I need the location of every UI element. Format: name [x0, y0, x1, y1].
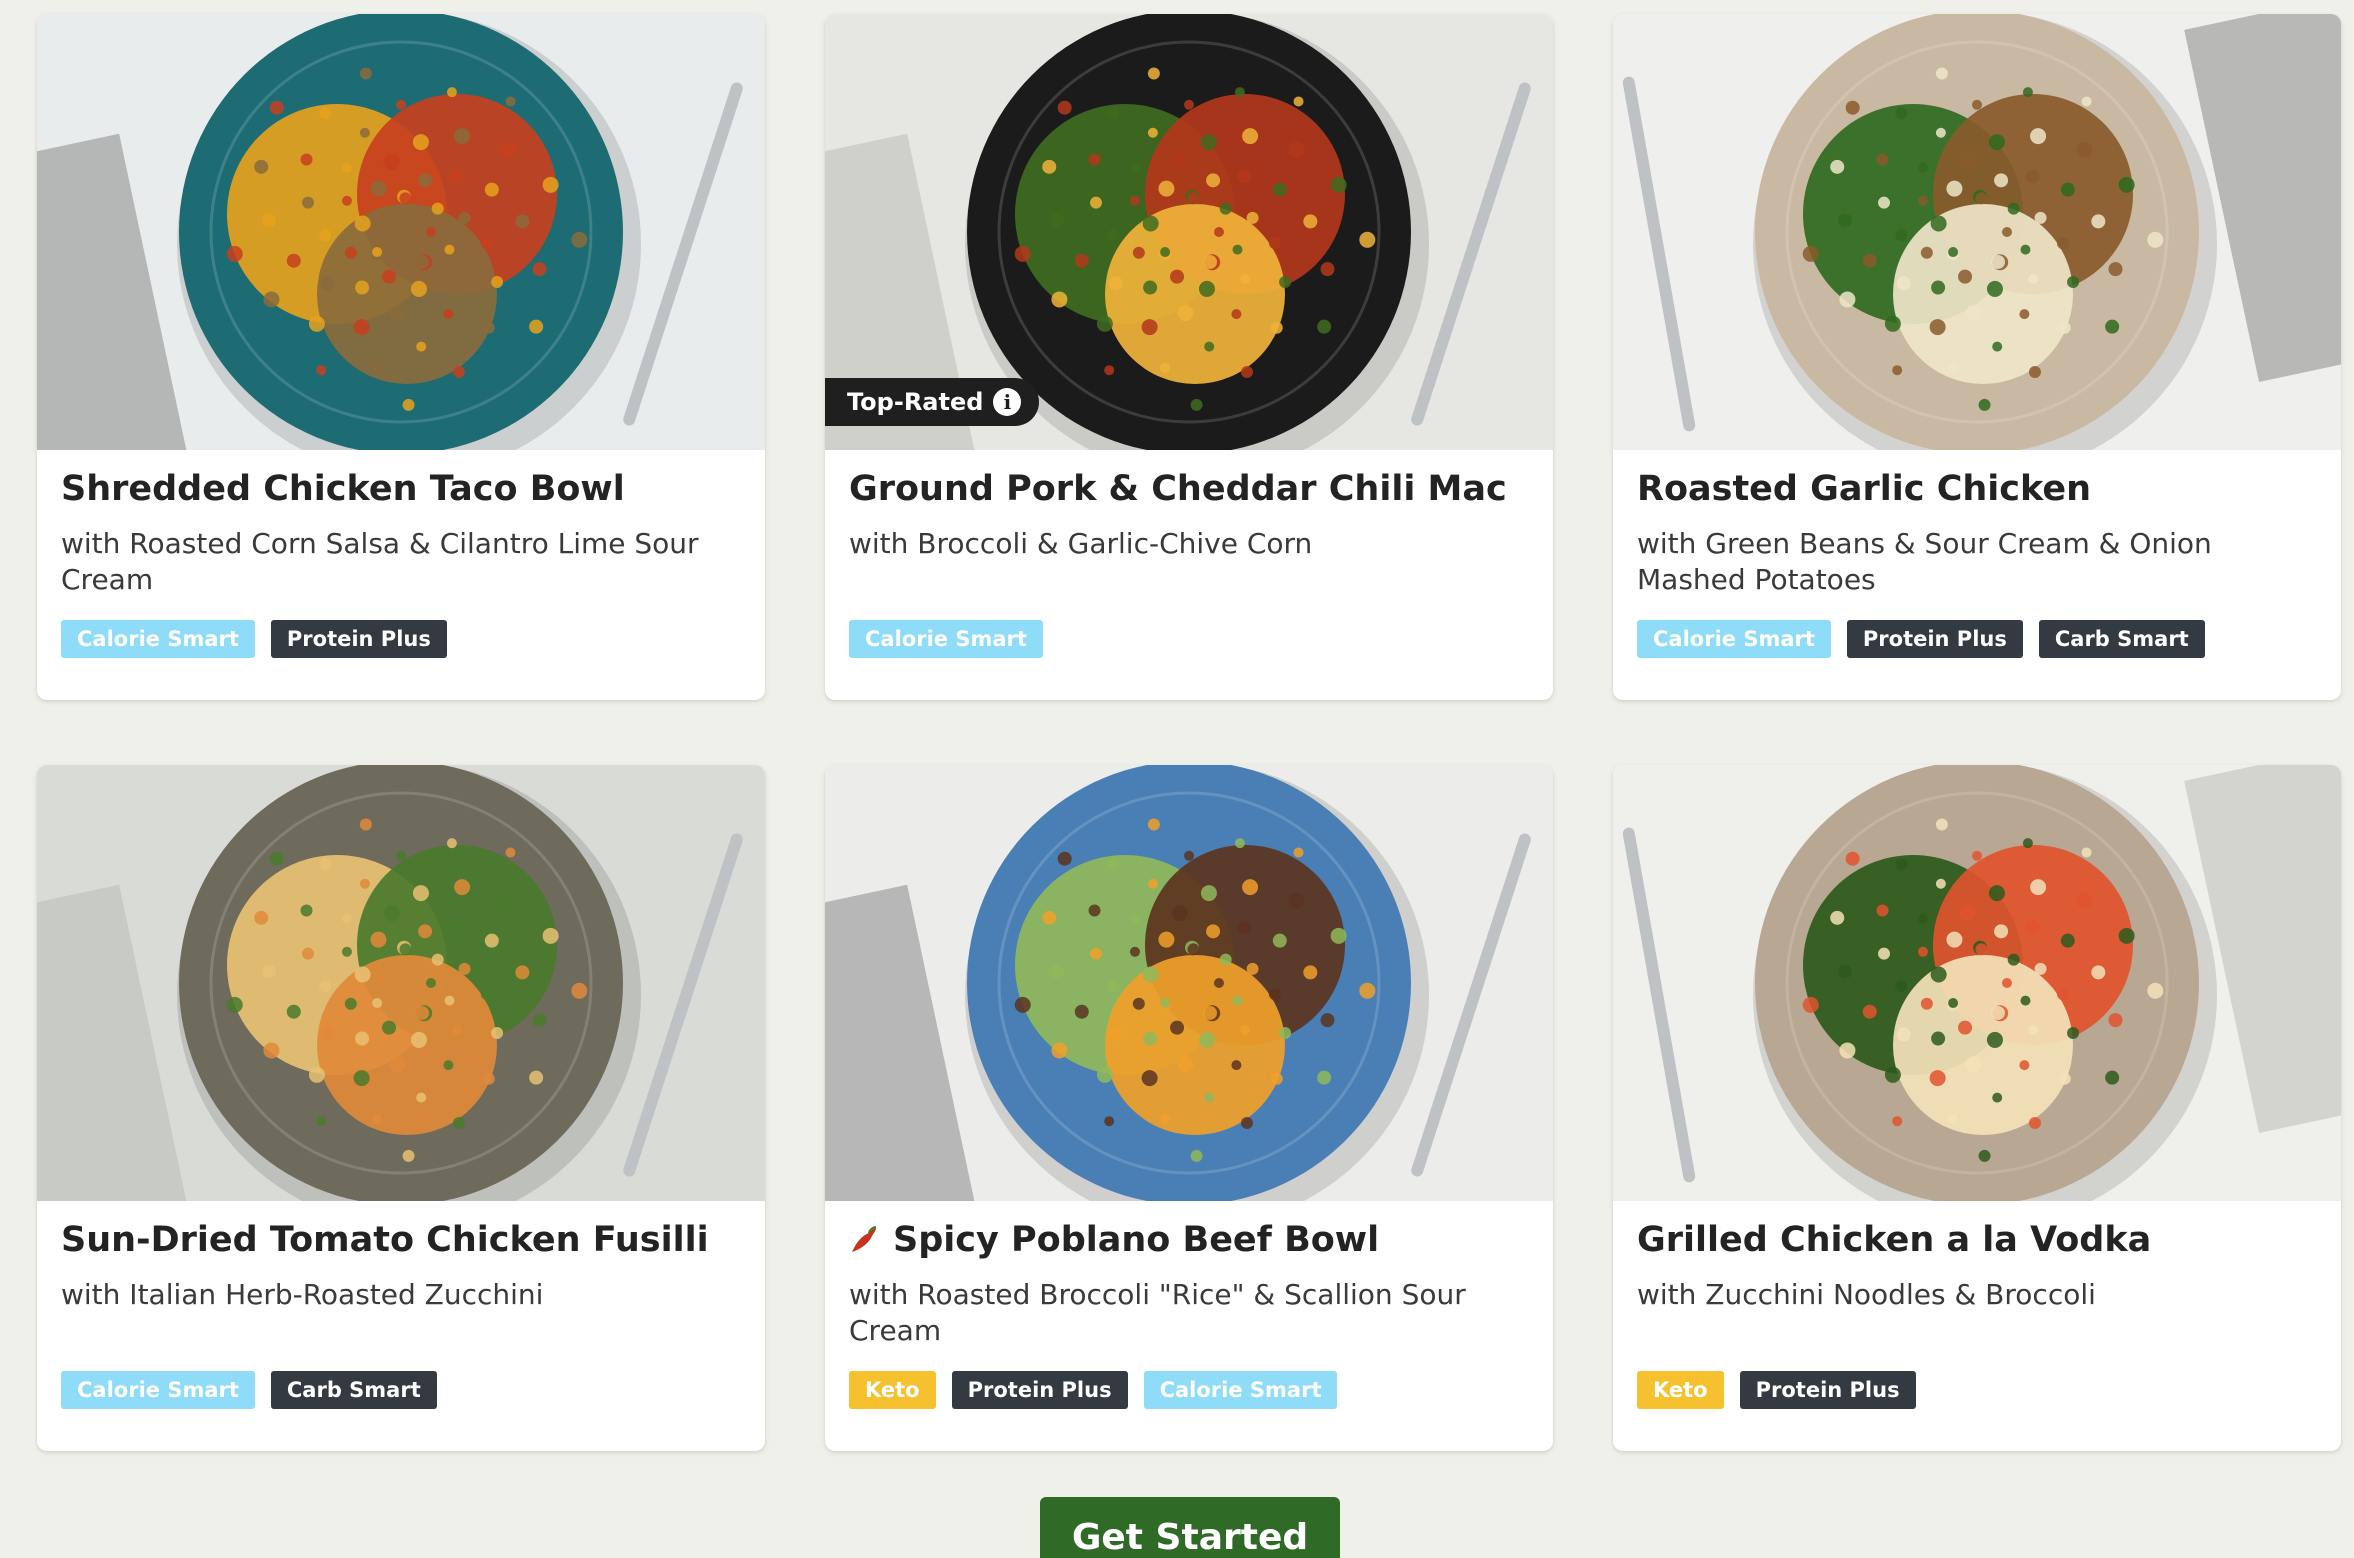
meal-subtitle: with Broccoli & Garlic-Chive Corn [849, 527, 1313, 560]
meal-menu-page: Shredded Chicken Taco Bowl with Roasted C… [0, 0, 2354, 1558]
tag-calorie: Calorie Smart [1143, 1371, 1338, 1409]
tag-calorie: Calorie Smart [61, 620, 255, 658]
meal-title[interactable]: Roasted Garlic Chicken [1637, 468, 2317, 510]
tag-calorie: Calorie Smart [1637, 620, 1831, 658]
get-started-button[interactable]: Get Started [1040, 1497, 1340, 1558]
meal-photo-frame[interactable] [37, 14, 765, 450]
meal-card-body: Ground Pork & Cheddar Chili Mac with Broc… [825, 450, 1553, 682]
meal-title-text: Grilled Chicken a la Vodka [1637, 1220, 2152, 1260]
tag-protein: Protein Plus [270, 620, 447, 658]
meal-subtitle: with Italian Herb-Roasted Zucchini [61, 1278, 544, 1311]
meal-subtitle: with Green Beans & Sour Cream & Onion Ma… [1637, 527, 2212, 596]
tag-keto: Keto [849, 1371, 936, 1409]
meal-photo-frame[interactable] [1613, 765, 2341, 1201]
meal-photo-frame[interactable] [825, 765, 1553, 1201]
meal-card-body: Grilled Chicken a la Vodka with Zucchini … [1613, 1201, 2341, 1433]
tag-calorie: Calorie Smart [849, 620, 1043, 658]
meal-title[interactable]: Sun-Dried Tomato Chicken Fusilli [61, 1219, 741, 1261]
meal-card[interactable]: Spicy Poblano Beef Bowl with Roasted Broc… [825, 765, 1553, 1451]
meal-card[interactable]: Roasted Garlic Chicken with Green Beans &… [1613, 14, 2341, 700]
meal-photo [37, 14, 765, 450]
meal-title-text: Ground Pork & Cheddar Chili Mac [849, 469, 1507, 509]
tag-protein: Protein Plus [951, 1371, 1128, 1409]
meal-photo [1613, 765, 2341, 1201]
top-rated-label: Top-Rated [847, 388, 984, 416]
meal-card-body: Shredded Chicken Taco Bowl with Roasted C… [37, 450, 765, 682]
meal-tags: Calorie Smart [849, 620, 1043, 658]
meal-tags: Calorie Smart Protein Plus [61, 620, 447, 658]
meal-card-body: Spicy Poblano Beef Bowl with Roasted Broc… [825, 1201, 1553, 1433]
info-icon[interactable]: i [993, 388, 1022, 416]
meal-photo [1613, 14, 2341, 450]
meal-grid: Shredded Chicken Taco Bowl with Roasted C… [37, 14, 2341, 1451]
top-rated-badge: Top-Rated i [825, 378, 1040, 426]
meal-tags: Calorie Smart Carb Smart [61, 1371, 437, 1409]
meal-title[interactable]: Spicy Poblano Beef Bowl [849, 1219, 1529, 1261]
meal-photo [37, 765, 765, 1201]
meal-card-body: Sun-Dried Tomato Chicken Fusilli with Ita… [37, 1201, 765, 1433]
meal-tags: Keto Protein Plus Calorie Smart [849, 1371, 1338, 1409]
meal-tags: Keto Protein Plus [1637, 1371, 1916, 1409]
tag-carb: Carb Smart [2038, 620, 2205, 658]
meal-card[interactable]: Top-Rated i Ground Pork & Cheddar Chili Ma… [825, 14, 1553, 700]
meal-title-text: Sun-Dried Tomato Chicken Fusilli [61, 1220, 709, 1260]
tag-calorie: Calorie Smart [61, 1371, 255, 1409]
meal-title[interactable]: Grilled Chicken a la Vodka [1637, 1219, 2317, 1261]
meal-subtitle: with Zucchini Noodles & Broccoli [1637, 1278, 2096, 1311]
chili-pepper-icon [852, 1225, 877, 1252]
meal-photo-frame[interactable] [1613, 14, 2341, 450]
meal-title-text: Shredded Chicken Taco Bowl [61, 469, 625, 509]
meal-photo-frame[interactable] [37, 765, 765, 1201]
meal-tags: Calorie Smart Protein Plus Carb Smart [1637, 620, 2205, 658]
meal-card[interactable]: Grilled Chicken a la Vodka with Zucchini … [1613, 765, 2341, 1451]
meal-subtitle: with Roasted Corn Salsa & Cilantro Lime … [61, 527, 699, 596]
tag-keto: Keto [1637, 1371, 1724, 1409]
tag-protein: Protein Plus [1846, 620, 2023, 658]
meal-photo [825, 765, 1553, 1201]
meal-card-body: Roasted Garlic Chicken with Green Beans &… [1613, 450, 2341, 682]
meal-title-text: Spicy Poblano Beef Bowl [893, 1220, 1380, 1260]
meal-title[interactable]: Shredded Chicken Taco Bowl [61, 468, 741, 510]
meal-title[interactable]: Ground Pork & Cheddar Chili Mac [849, 468, 1529, 510]
meal-subtitle: with Roasted Broccoli "Rice" & Scallion … [849, 1278, 1466, 1347]
meal-card[interactable]: Shredded Chicken Taco Bowl with Roasted C… [37, 14, 765, 700]
meal-photo-frame[interactable]: Top-Rated i [825, 14, 1553, 450]
meal-title-text: Roasted Garlic Chicken [1637, 469, 2092, 509]
tag-carb: Carb Smart [270, 1371, 437, 1409]
meal-card[interactable]: Sun-Dried Tomato Chicken Fusilli with Ita… [37, 765, 765, 1451]
tag-protein: Protein Plus [1739, 1371, 1916, 1409]
